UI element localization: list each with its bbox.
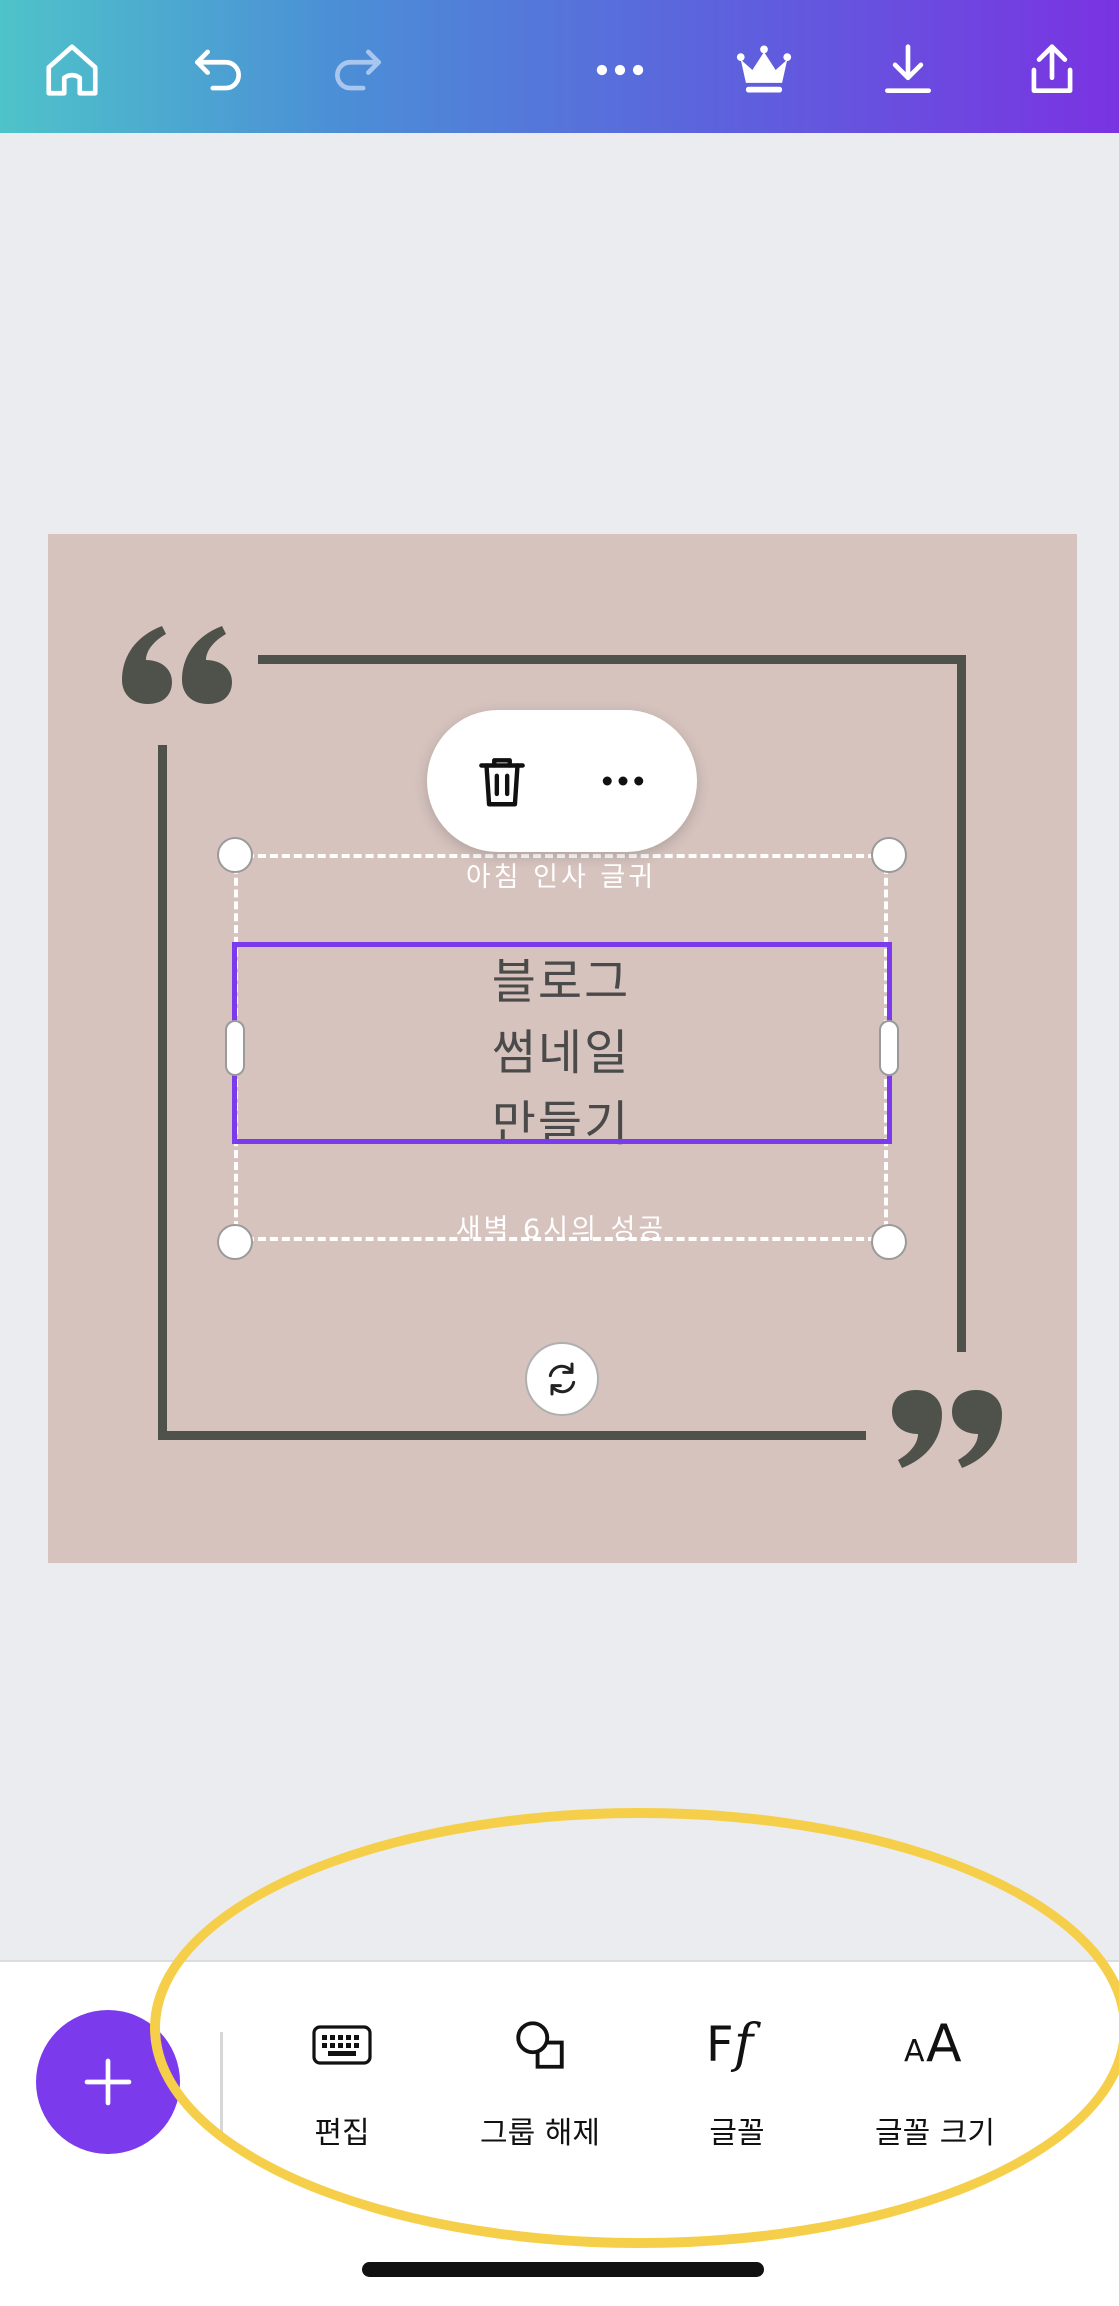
resize-handle-right[interactable] <box>879 1020 899 1076</box>
download-icon[interactable] <box>868 30 948 110</box>
resize-handle-top-left[interactable] <box>217 837 253 873</box>
highlight-annotation <box>150 1808 1119 2248</box>
close-quote-icon <box>892 1390 1002 1468</box>
more-icon[interactable] <box>580 30 660 110</box>
home-indicator <box>362 2262 764 2277</box>
top-toolbar <box>0 0 1119 133</box>
undo-icon[interactable] <box>178 30 258 110</box>
resize-handle-bottom-left[interactable] <box>217 1224 253 1260</box>
crown-icon[interactable] <box>724 30 804 110</box>
frame-left-line <box>158 745 167 1440</box>
share-icon[interactable] <box>1012 30 1092 110</box>
resize-handle-left[interactable] <box>225 1020 245 1076</box>
open-quote-icon <box>122 626 232 704</box>
text-selection-box <box>232 942 892 1144</box>
plus-icon <box>84 2058 132 2106</box>
resize-handle-bottom-right[interactable] <box>871 1224 907 1260</box>
rotate-handle[interactable] <box>525 1342 599 1416</box>
trash-icon[interactable] <box>471 750 533 812</box>
rotate-icon <box>548 1362 576 1396</box>
more-icon[interactable] <box>593 754 653 808</box>
context-menu <box>427 710 697 852</box>
resize-handle-top-right[interactable] <box>871 837 907 873</box>
frame-right-line <box>957 655 966 1352</box>
redo-icon <box>318 30 398 110</box>
home-icon[interactable] <box>32 30 112 110</box>
frame-bottom-line <box>158 1431 866 1440</box>
frame-top-line <box>258 655 966 664</box>
